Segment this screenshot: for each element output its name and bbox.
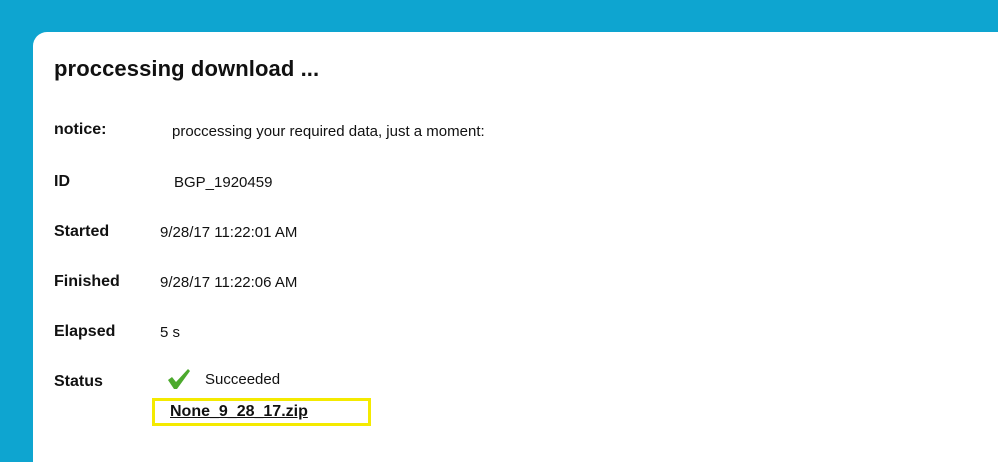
finished-value: 9/28/17 11:22:06 AM [160,274,298,291]
finished-label: Finished [54,273,120,290]
notice-text: proccessing your required data, just a m… [172,123,485,140]
page-title: proccessing download ... [54,56,320,81]
status-text: Succeeded [205,370,281,388]
checkmark-icon [167,368,191,390]
started-value: 9/28/17 11:22:01 AM [160,224,298,241]
status-label: Status [54,373,103,390]
id-value: BGP_1920459 [174,174,273,191]
elapsed-label: Elapsed [54,323,116,340]
id-label: ID [54,173,70,190]
notice-label: notice: [54,121,107,138]
download-file-link[interactable]: None_9_28_17.zip [152,398,371,426]
elapsed-value: 5 s [160,324,181,341]
download-status-panel: proccessing download ... notice: procces… [33,32,998,462]
status-value-group: Succeeded [167,368,280,390]
started-label: Started [54,223,110,240]
